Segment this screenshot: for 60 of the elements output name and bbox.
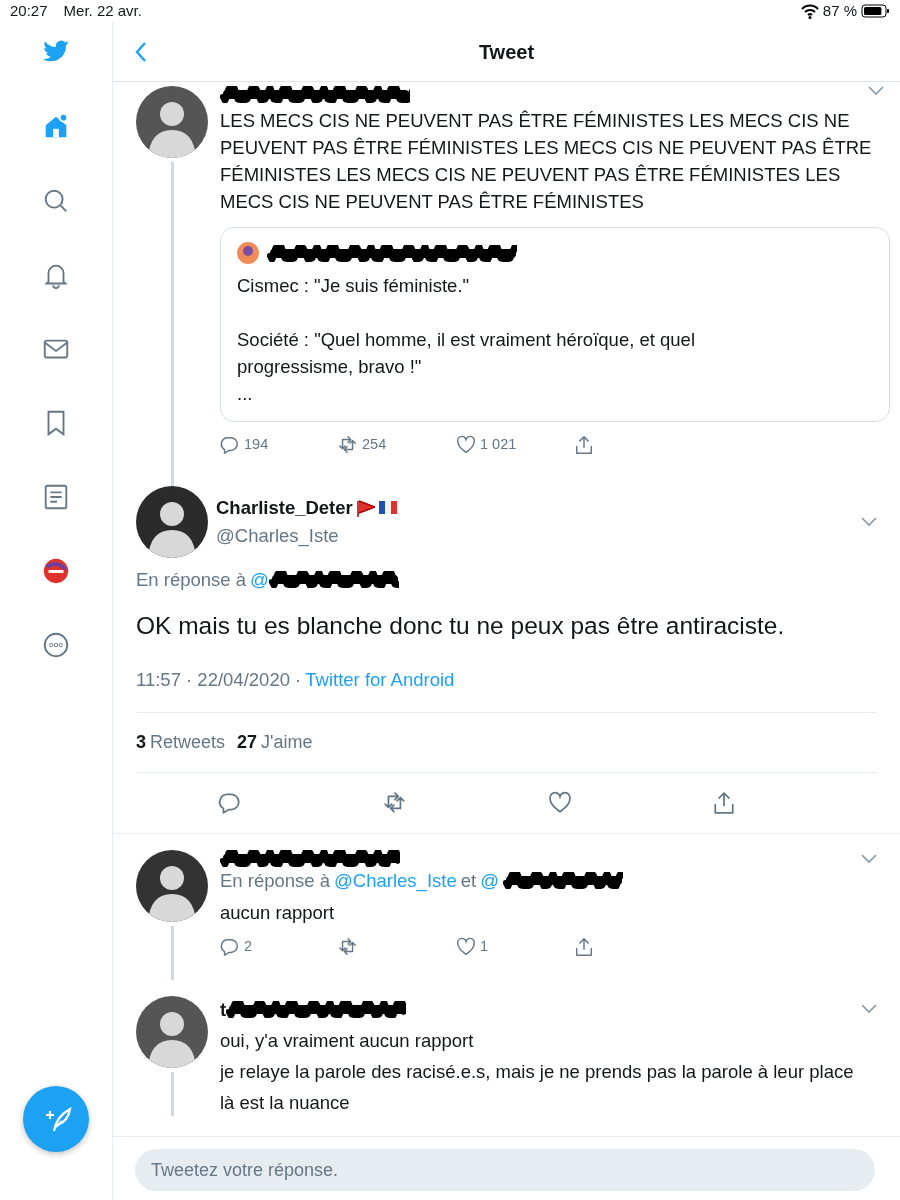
back-icon[interactable] <box>135 40 147 63</box>
chevron-down-icon[interactable] <box>861 1004 877 1015</box>
status-time: 20:27 <box>10 0 48 21</box>
wifi-icon <box>800 3 819 19</box>
reply-joiner: et <box>460 869 477 893</box>
reply-icon[interactable] <box>220 434 240 455</box>
like-count: 1 <box>480 936 489 956</box>
chevron-down-icon[interactable] <box>861 853 877 864</box>
tweet-text: LES MECS CIS NE PEUVENT PAS ÊTRE FÉMINISTES LES MECS CIS NE PEUVENT PAS ÊTRE FÉMINISTES LES MECS CIS NE PEUVENT PAS ÊTRE FÉMINISTES LES MECS CIS NE PEUVENT PAS ÊTRE FÉMINISTES LES MECS CIS NE PEUVENT PAS ÊTRE FÉMINISTES <box>220 109 873 214</box>
reply-text: là est la nuance <box>220 1091 351 1116</box>
profile-avatar-icon[interactable] <box>41 556 71 586</box>
source-link[interactable]: Twitter for Android <box>305 666 455 694</box>
reply-text: oui, y'a vraiment aucun rapport <box>220 1029 475 1054</box>
quoted-text: Société : "Quel homme, il est vraiment héroïque, et quel progressisme, bravo !" <box>237 328 696 379</box>
chevron-down-icon[interactable] <box>861 516 877 527</box>
tweet-timestamp: 11:57 · 22/04/2020 · <box>136 668 302 693</box>
quoted-text: ... <box>237 382 254 406</box>
author-name: Charliste_Deter <box>216 496 353 520</box>
retweet-count: 3 <box>136 731 146 754</box>
heart-icon[interactable] <box>456 434 476 455</box>
page-title: Tweet <box>477 39 536 65</box>
share-icon[interactable] <box>574 936 594 957</box>
retweet-icon[interactable] <box>382 791 407 815</box>
quoted-avatar-icon <box>237 242 259 264</box>
status-date: Mer. 22 avr. <box>63 0 143 21</box>
mention-link[interactable]: @ <box>480 867 499 895</box>
reply-icon[interactable] <box>220 936 240 957</box>
retweet-count: 254 <box>362 435 387 454</box>
reply-context: En réponse à <box>220 869 331 893</box>
author-name: t <box>220 997 227 1022</box>
reply-count: 194 <box>244 435 269 454</box>
retweet-icon[interactable] <box>338 936 358 957</box>
like-count: 1 021 <box>480 435 517 454</box>
reply-text: aucun rapport <box>220 900 336 925</box>
quoted-text: Cismec : "Je suis féministe." <box>237 274 471 298</box>
share-icon[interactable] <box>574 434 594 455</box>
reply-text: je relaye la parole des racisé.e.s, mais je ne prends pas la parole à leur place <box>220 1060 855 1085</box>
retweet-icon[interactable] <box>338 434 358 455</box>
heart-icon[interactable] <box>547 791 572 815</box>
reply-count: 2 <box>244 936 253 956</box>
reply-context: En réponse à <box>136 567 247 592</box>
like-count: 27 <box>237 731 258 754</box>
quoted-tweet[interactable]: Cismec : "Je suis féministe." Société : "Quel homme, il est vraiment héroïque, et quel progressisme, bravo !" ... <box>220 227 890 422</box>
pennant-icon <box>356 498 375 517</box>
tweet-text: OK mais tu es blanche donc tu ne peux pas être antiraciste. <box>136 610 786 641</box>
reply-input-field[interactable]: Tweetez votre réponse. <box>135 1149 875 1191</box>
author-handle: @Charles_Iste <box>216 523 340 549</box>
mention-link[interactable]: @Charles_Iste <box>334 867 457 895</box>
retweets-label: Retweets <box>150 731 226 754</box>
reply-icon[interactable] <box>218 791 242 815</box>
likes-label: J'aime <box>261 731 313 754</box>
flag-icon <box>378 498 397 517</box>
battery-percent: 87 % <box>822 0 857 21</box>
share-icon[interactable] <box>712 791 737 815</box>
heart-icon[interactable] <box>456 936 476 957</box>
battery-icon <box>861 4 890 18</box>
mention-link[interactable]: @ <box>250 565 269 594</box>
more-icon[interactable] <box>41 630 71 660</box>
compose-tweet-button[interactable] <box>23 1086 89 1152</box>
chevron-down-icon[interactable] <box>868 86 884 96</box>
